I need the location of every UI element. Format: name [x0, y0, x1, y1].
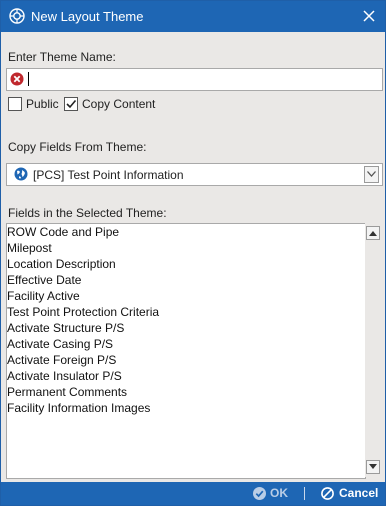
copy-from-select[interactable]: [PCS] Test Point Information: [6, 163, 383, 186]
scroll-down-button[interactable]: [366, 460, 380, 474]
copy-content-label[interactable]: Copy Content: [82, 97, 155, 111]
dropdown-button[interactable]: [364, 166, 379, 183]
list-item[interactable]: Test Point Protection Criteria: [7, 304, 365, 320]
copy-from-label: Copy Fields From Theme:: [8, 140, 147, 154]
copy-from-value: [PCS] Test Point Information: [33, 168, 184, 182]
list-item[interactable]: Activate Structure P/S: [7, 320, 365, 336]
window-title: New Layout Theme: [31, 9, 144, 24]
close-icon[interactable]: [361, 8, 377, 24]
public-checkbox[interactable]: [8, 97, 22, 111]
check-circle-icon: [253, 487, 266, 500]
cancel-label: Cancel: [339, 486, 379, 500]
theme-name-label: Enter Theme Name:: [8, 50, 116, 64]
app-icon: [9, 8, 25, 24]
ok-label: OK: [270, 486, 288, 500]
checkmark-icon: [66, 99, 77, 109]
arrow-down-icon: [369, 464, 377, 469]
public-label[interactable]: Public: [26, 97, 59, 111]
cancel-icon: [321, 487, 334, 500]
dialog-window: New Layout Theme Enter Theme Name: Publi…: [0, 0, 386, 506]
dialog-footer: OK Cancel: [1, 482, 385, 505]
arrow-up-icon: [369, 231, 377, 236]
chevron-down-icon: [367, 171, 376, 177]
text-caret: [28, 72, 29, 86]
fields-list[interactable]: ROW Code and Pipe Milepost Location Desc…: [6, 223, 366, 479]
list-scrollbar[interactable]: [365, 223, 381, 477]
list-item[interactable]: Milepost: [7, 240, 365, 256]
list-item[interactable]: Effective Date: [7, 272, 365, 288]
list-item[interactable]: Facility Information Images: [7, 400, 365, 416]
list-item[interactable]: Permanent Comments: [7, 384, 365, 400]
error-icon: [10, 72, 24, 86]
ok-button[interactable]: OK: [253, 482, 295, 505]
list-item[interactable]: Location Description: [7, 256, 365, 272]
list-item[interactable]: Activate Insulator P/S: [7, 368, 365, 384]
scroll-up-button[interactable]: [366, 226, 380, 240]
list-item[interactable]: ROW Code and Pipe: [7, 224, 365, 240]
cancel-button[interactable]: Cancel: [321, 482, 381, 505]
button-separator: [304, 487, 305, 500]
list-item[interactable]: Activate Foreign P/S: [7, 352, 365, 368]
copy-content-checkbox[interactable]: [64, 97, 78, 111]
theme-name-field[interactable]: [6, 68, 383, 91]
title-bar: New Layout Theme: [1, 1, 385, 32]
theme-name-input[interactable]: [27, 71, 377, 87]
fields-label: Fields in the Selected Theme:: [8, 206, 167, 220]
globe-icon: [14, 167, 28, 181]
list-item[interactable]: Facility Active: [7, 288, 365, 304]
list-item[interactable]: Activate Casing P/S: [7, 336, 365, 352]
